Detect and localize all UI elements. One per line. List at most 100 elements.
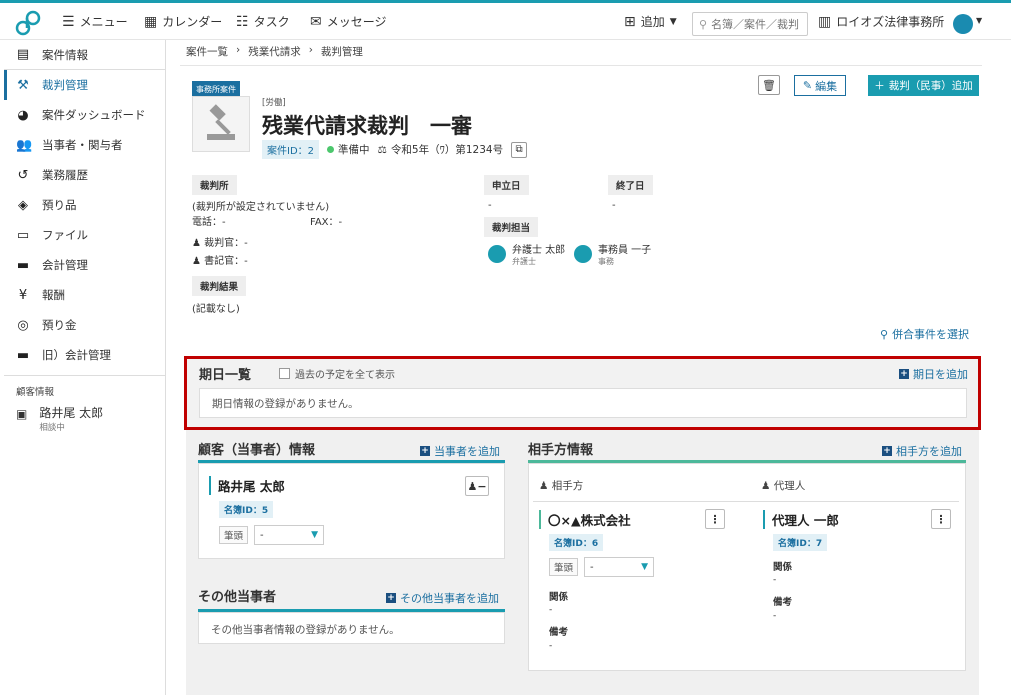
client-section-title: 顧客（当事者）情報 [198,443,316,458]
end-value: - [612,200,616,211]
user-avatar[interactable] [953,14,973,34]
case-image [192,96,250,152]
gavel-icon [207,104,235,140]
court-phone: 電話：- [192,217,226,228]
plus-square-icon: + [899,369,909,379]
search-icon: ⚲ [880,327,889,341]
calendar-icon: ▦ [144,13,158,30]
card-icon: ▬ [16,257,30,273]
court-fax: FAX：- [310,217,343,228]
divider [180,65,982,66]
calendar-button[interactable]: ▦ カレンダー [144,13,222,30]
sidebar-client[interactable]: ▣ 路井尾 太郎 相談中 [4,404,165,433]
card-icon: ▬ [16,347,30,363]
note-value: - [549,641,553,651]
breadcrumb-current: 裁判管理 [320,46,363,58]
copy-icon[interactable]: ⧉ [511,141,528,158]
message-button[interactable]: ✉ メッセージ [310,13,387,30]
caret-down-icon: ▼ [641,562,649,572]
user-avatar-icon [574,245,592,263]
breadcrumb-case-list[interactable]: 案件一覧 [186,44,228,59]
id-card-icon: ▣ [16,407,28,421]
person-edit-icon: ♟ [192,256,201,267]
result-value: (記載なし) [192,304,240,315]
add-other-party-link[interactable]: + その他当事者を追加 [386,590,499,606]
history-icon: ↺ [17,167,29,183]
client-name: 路井尾 太郎 [39,406,104,420]
list-icon: ☷ [236,13,249,30]
joint-case-link[interactable]: ⚲ 併合事件を選択 [880,326,969,342]
sidebar-item-files[interactable]: ▭ ファイル [4,220,165,250]
plus-square-icon: ⊞ [624,13,636,30]
add-party-link[interactable]: + 当事者を追加 [420,443,500,459]
relation-label: 関係 [773,562,793,573]
sidebar-item-escrow[interactable]: ◎ 預り金 [4,310,165,340]
more-vertical-icon[interactable]: ⋮ [705,509,725,529]
app-logo[interactable] [14,10,42,36]
edit-icon: ✎ [802,79,813,92]
other-section-title: その他当事者 [198,590,277,605]
sidebar-item-accounting[interactable]: ▬ 会計管理 [4,250,165,280]
edit-button[interactable]: ✎ 編集 [794,75,846,96]
menu-button[interactable]: ☰ メニュー [62,13,128,30]
add-dropdown[interactable]: ⊞ 追加 ▼ [624,13,677,30]
roster-id-badge: 名簿ID：5 [219,501,274,518]
delete-button[interactable]: 🗑 [758,75,780,95]
breadcrumb-case[interactable]: 残業代請求 [248,44,301,59]
role-select[interactable]: - ▼ [254,525,325,545]
sidebar-item-dashboard[interactable]: ◕ 案件ダッシュボード [4,100,165,130]
client-card: 路井尾 太郎 ♟− 名簿ID：5 筆頭 - ▼ [198,463,505,559]
checkbox[interactable] [279,368,290,379]
sidebar-item-old-accounting[interactable]: ▬ 旧）会計管理 [4,340,165,370]
opponent-name[interactable]: 〇×▲株式会社 [539,510,631,529]
opponent-card: ♟ 相手方 ♟ 代理人 〇×▲株式会社 ⋮ 名簿ID：6 筆頭 - ▼ 関係 - … [528,463,966,671]
search-input[interactable] [711,17,802,31]
roster-id-badge: 名簿ID：7 [773,534,828,551]
add-schedule-link[interactable]: + 期日を追加 [899,366,968,382]
office-link[interactable]: ▥ ロイオズ法律事務所 [818,13,944,30]
roster-id-badge: 名簿ID：6 [549,534,604,551]
plus-square-icon: + [420,446,430,456]
more-vertical-icon[interactable]: ⋮ [931,509,951,529]
add-trial-button[interactable]: ＋ 裁判（民事）追加 [868,75,979,96]
sidebar-item-case-info[interactable]: ▤ 案件情報 [4,40,165,70]
other-empty: その他当事者情報の登録がありません。 [198,612,505,644]
relation-label: 関係 [549,592,569,603]
top-bar: ☰ メニュー ▦ カレンダー ☷ タスク ✉ メッセージ ⊞ 追加 ▼ ⚲ ▥ … [0,0,1011,40]
schedule-title: 期日一覧 [199,368,252,383]
sidebar-item-history[interactable]: ↺ 業務履歴 [4,160,165,190]
person-action-icon[interactable]: ♟− [465,476,489,496]
sidebar-item-deposits[interactable]: ◈ 預り品 [4,190,165,220]
party-name[interactable]: 路井尾 太郎 [209,476,285,495]
user-avatar-icon [488,245,506,263]
staff-member[interactable]: 事務員 一子 事務 [574,241,651,267]
case-meta: 案件ID：2 準備中 ⚖ 令和5年（ﾜ）第1234号 ⧉ [262,140,528,159]
plus-square-icon: + [386,593,396,603]
caret-down-icon: ▼ [311,530,319,540]
opponent-section-title: 相手方情報 [528,443,594,458]
folder-icon: ▭ [16,227,30,243]
chevron-down-icon[interactable]: ▼ [976,16,982,25]
sidebar-item-trial[interactable]: ⚒ 裁判管理 [4,70,165,100]
end-label: 終了日 [608,175,653,195]
staff-member[interactable]: 弁護士 太郎 弁護士 [488,241,565,267]
mail-icon: ✉ [310,13,322,30]
status-dot [327,146,335,153]
role-tag: 筆頭 [549,558,579,576]
add-opponent-link[interactable]: + 相手方を追加 [882,443,962,459]
box-icon: ◈ [18,197,28,213]
role-select[interactable]: - ▼ [584,557,655,577]
past-toggle[interactable]: 過去の予定を全て表示 [279,366,395,381]
note-value: - [773,611,777,621]
search-box[interactable]: ⚲ [692,12,808,36]
sidebar-item-fee[interactable]: ¥ 報酬 [4,280,165,310]
sidebar-item-parties[interactable]: 👥 当事者・関与者 [4,130,165,160]
agent-name[interactable]: 代理人 一郎 [763,510,839,529]
page-title: 残業代請求裁判 一審 [262,114,472,138]
task-button[interactable]: ☷ タスク [236,13,290,30]
divider [533,501,959,502]
role-tag: 筆頭 [219,526,249,544]
schedule-empty: 期日情報の登録がありません。 [199,388,967,418]
gavel-icon: ⚒ [17,77,29,93]
chevron-down-icon: ▼ [669,16,677,27]
